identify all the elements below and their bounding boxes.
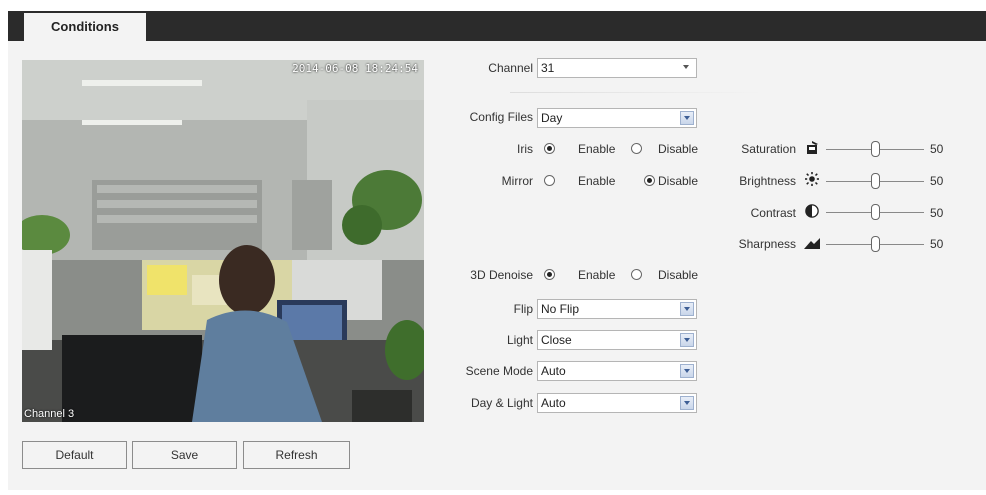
osd-channel-label: Channel 3 xyxy=(24,408,75,420)
chevron-down-icon xyxy=(680,396,694,410)
contrast-value: 50 xyxy=(930,206,944,220)
iris-enable-radio[interactable] xyxy=(544,143,555,154)
brightness-icon xyxy=(805,172,819,186)
brightness-value: 50 xyxy=(930,174,944,188)
saturation-label: Saturation xyxy=(741,142,796,156)
contrast-label: Contrast xyxy=(750,206,796,220)
refresh-button[interactable]: Refresh xyxy=(243,441,350,469)
brightness-slider-handle[interactable] xyxy=(871,173,880,189)
saturation-value: 50 xyxy=(930,142,944,156)
sharpness-label: Sharpness xyxy=(738,237,796,251)
divider xyxy=(510,92,762,93)
day-light-label: Day & Light xyxy=(470,396,533,410)
saturation-icon xyxy=(807,141,818,154)
osd-timestamp: 2014-06-08 18:24:54 xyxy=(292,62,418,75)
config-files-label: Config Files xyxy=(469,110,533,124)
chevron-down-icon xyxy=(680,364,694,378)
channel-value: 31 xyxy=(541,61,555,75)
sharpness-value: 50 xyxy=(930,237,944,251)
save-button[interactable]: Save xyxy=(132,441,237,469)
sharpness-slider-handle[interactable] xyxy=(871,236,880,252)
chevron-down-icon xyxy=(680,333,694,347)
default-button[interactable]: Default xyxy=(22,441,127,469)
mirror-disable-label: Disable xyxy=(658,174,699,188)
video-preview: 2014-06-08 18:24:54 Channel 3 xyxy=(22,60,424,422)
tab-bar: Conditions xyxy=(8,11,986,41)
brightness-label: Brightness xyxy=(739,174,796,188)
scene-mode-label: Scene Mode xyxy=(465,364,533,378)
flip-select[interactable]: No Flip xyxy=(537,299,697,319)
contrast-slider-handle[interactable] xyxy=(871,204,880,220)
mirror-enable-label: Enable xyxy=(578,174,616,188)
channel-select[interactable]: 31 xyxy=(537,58,697,78)
mirror-enable-radio[interactable] xyxy=(544,175,555,186)
chevron-down-icon xyxy=(680,111,694,125)
light-label: Light xyxy=(506,333,533,347)
scene-mode-value: Auto xyxy=(541,364,566,378)
config-files-select[interactable]: Day xyxy=(537,108,697,128)
iris-label: Iris xyxy=(517,142,533,156)
channel-label: Channel xyxy=(488,61,533,75)
scene-mode-select[interactable]: Auto xyxy=(537,361,697,381)
day-light-select[interactable]: Auto xyxy=(537,393,697,413)
flip-label: Flip xyxy=(513,302,533,316)
denoise-label: 3D Denoise xyxy=(470,268,533,282)
light-value: Close xyxy=(541,333,572,347)
iris-disable-radio[interactable] xyxy=(631,143,642,154)
chevron-down-icon xyxy=(680,302,694,316)
tab-conditions[interactable]: Conditions xyxy=(24,11,146,41)
denoise-disable-radio[interactable] xyxy=(631,269,642,280)
iris-disable-label: Disable xyxy=(658,142,699,156)
chevron-down-icon xyxy=(680,61,694,75)
mirror-label: Mirror xyxy=(501,174,533,188)
iris-enable-label: Enable xyxy=(578,142,616,156)
flip-value: No Flip xyxy=(541,302,580,316)
light-select[interactable]: Close xyxy=(537,330,697,350)
denoise-disable-label: Disable xyxy=(658,268,699,282)
config-files-value: Day xyxy=(541,111,563,125)
denoise-enable-radio[interactable] xyxy=(544,269,555,280)
saturation-slider-handle[interactable] xyxy=(871,141,880,157)
day-light-value: Auto xyxy=(541,396,566,410)
sharpness-icon xyxy=(804,238,820,249)
camera-scene xyxy=(22,60,424,422)
contrast-icon xyxy=(805,204,819,218)
denoise-enable-label: Enable xyxy=(578,268,616,282)
mirror-disable-radio[interactable] xyxy=(644,175,655,186)
